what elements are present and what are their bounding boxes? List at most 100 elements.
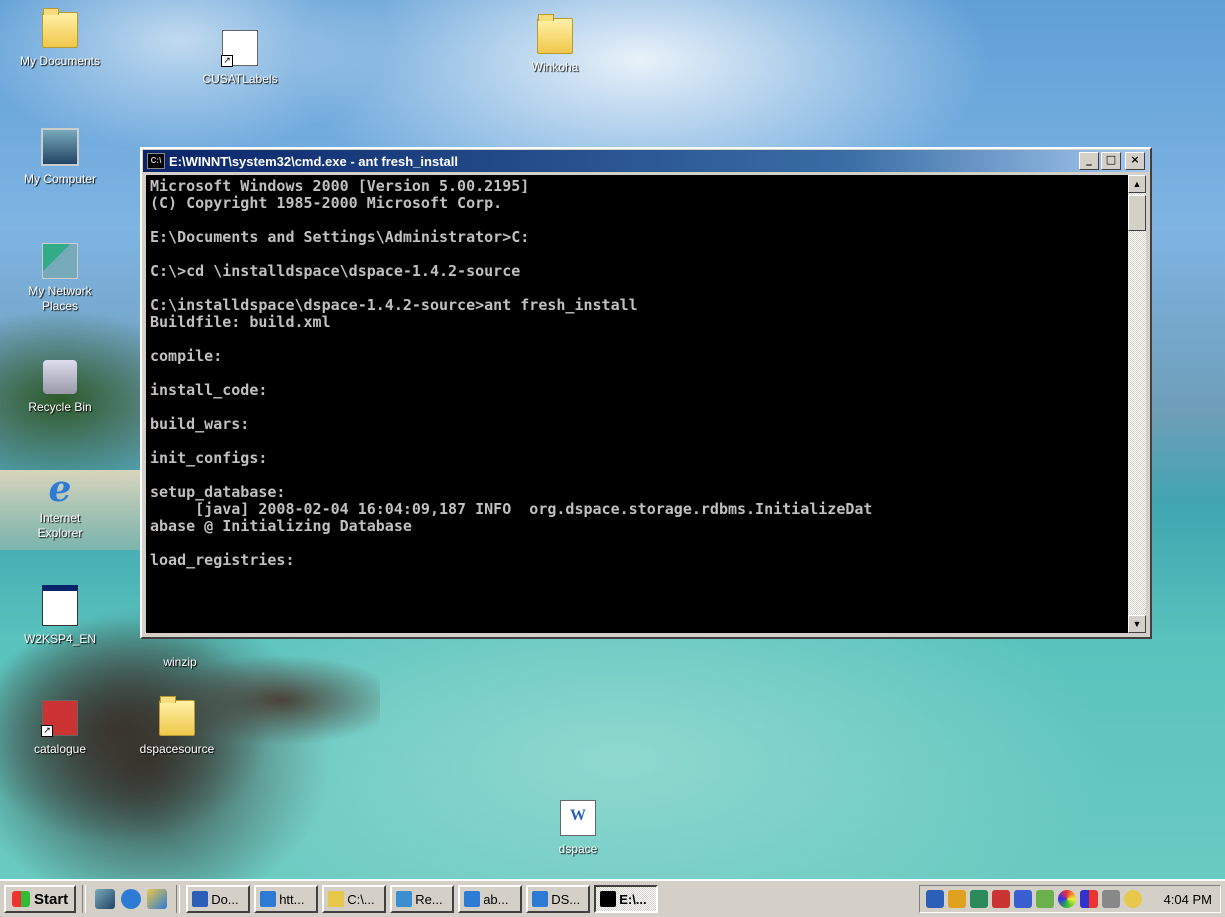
scroll-down-button[interactable]: ▼: [1128, 615, 1146, 633]
taskbar-separator: [82, 885, 87, 913]
computer-icon: [41, 128, 79, 166]
desktop-icon-label: Recycle Bin: [28, 400, 92, 414]
windows-logo-icon: [12, 891, 30, 907]
start-label: Start: [34, 890, 69, 908]
taskbar-window-button[interactable]: Re...: [390, 885, 455, 913]
desktop-icon-catalogue[interactable]: ↗ catalogue: [5, 700, 115, 758]
catalogue-shortcut-icon: ↗: [41, 700, 78, 737]
desktop-icon-label: catalogue: [33, 742, 87, 756]
application-window-icon: [42, 585, 78, 626]
desktop-icon-internet-explorer[interactable]: e Internet Explorer: [5, 468, 115, 542]
cmd-window[interactable]: C:\ E:\WINNT\system32\cmd.exe - ant fres…: [140, 147, 1152, 639]
word-document-icon: W: [560, 800, 596, 836]
network-icon: [42, 243, 78, 279]
console-line: Microsoft Windows 2000 [Version 5.00.219…: [150, 177, 530, 195]
tray-update-icon[interactable]: [1123, 890, 1142, 908]
window-app-icon: [260, 891, 277, 907]
tray-monitor-icon[interactable]: [969, 890, 988, 908]
outlook-express-icon[interactable]: [147, 889, 168, 909]
taskbar-window-button[interactable]: DS...: [526, 885, 591, 913]
console-line: install_code:: [150, 381, 268, 399]
console-line: setup_database:: [150, 483, 286, 501]
desktop-icon-recycle-bin[interactable]: Recycle Bin: [5, 360, 115, 416]
tray-speaker-icon[interactable]: [1101, 890, 1120, 908]
taskbar-window-button[interactable]: C:\...: [322, 885, 387, 913]
scroll-up-button[interactable]: ▲: [1128, 175, 1146, 193]
console-line: (C) Copyright 1985-2000 Microsoft Corp.: [150, 194, 503, 212]
window-app-icon: [328, 891, 345, 907]
tray-media-icon[interactable]: [947, 890, 966, 908]
taskbar-button-label: DS...: [551, 891, 581, 907]
tray-traffic-icon[interactable]: [991, 890, 1010, 908]
window-app-icon: [600, 891, 617, 907]
console-line: Buildfile: build.xml: [150, 313, 331, 331]
taskbar-separator: [176, 885, 181, 913]
console-line: E:\Documents and Settings\Administrator>…: [150, 228, 530, 246]
maximize-button[interactable]: □: [1101, 152, 1121, 170]
tray-network-icon[interactable]: [925, 890, 944, 908]
cmd-app-icon[interactable]: C:\: [147, 153, 165, 169]
desktop-icon-dspace[interactable]: W dspace: [523, 800, 633, 858]
console-line: abase @ Initializing Database: [150, 517, 412, 535]
desktop-icon-my-computer[interactable]: My Computer: [5, 128, 115, 188]
taskbar-buttons: Do... htt... C:\... Re... ab... DS... E:\...: [186, 885, 662, 913]
window-app-icon: [464, 891, 481, 907]
scroll-thumb[interactable]: [1128, 195, 1146, 231]
desktop-icon-label: My Computer: [23, 172, 97, 186]
tray-colorwheel-icon[interactable]: [1057, 890, 1076, 908]
desktop-icon-my-network-places[interactable]: My Network Places: [5, 243, 115, 315]
cmd-titlebar[interactable]: C:\ E:\WINNT\system32\cmd.exe - ant fres…: [143, 150, 1149, 172]
desktop-icon-label: dspace: [558, 842, 598, 856]
start-button[interactable]: Start: [4, 885, 77, 913]
taskbar-window-button[interactable]: ab...: [458, 885, 523, 913]
window-app-icon: [396, 891, 413, 907]
desktop-icon-label: winzip: [163, 655, 197, 669]
document-shortcut-icon: ↗: [221, 30, 258, 67]
recycle-bin-icon: [43, 360, 77, 394]
shortcut-arrow-icon: ↗: [41, 725, 53, 737]
desktop-icon-cusat-labels[interactable]: ↗ CUSATLabels: [185, 30, 295, 88]
desktop-icon-label: Winkoha: [531, 60, 579, 74]
window-app-icon: [192, 891, 209, 907]
desktop-icon-label: dspacesource: [139, 742, 215, 756]
internet-explorer-icon: e: [48, 468, 72, 510]
taskbar-button-label: Do...: [211, 891, 239, 907]
tray-grid-icon[interactable]: [1079, 890, 1098, 908]
folder-icon: [537, 14, 573, 54]
desktop-icon-winkoha[interactable]: Winkoha: [500, 14, 610, 76]
show-desktop-icon[interactable]: [95, 889, 116, 909]
taskbar-button-label: C:\...: [347, 891, 375, 907]
desktop-icon-my-documents[interactable]: My Documents: [5, 8, 115, 70]
taskbar-button-label: Re...: [415, 891, 443, 907]
console-line: build_wars:: [150, 415, 250, 433]
taskbar-window-button[interactable]: E:\...: [594, 885, 659, 913]
console-line: load_registries:: [150, 551, 295, 569]
folder-icon: [159, 696, 195, 736]
taskbar-clock[interactable]: 4:04 PM: [1164, 892, 1212, 907]
console-line: init_configs:: [150, 449, 268, 467]
my-documents-icon: [42, 8, 78, 48]
console-line: C:\installdspace\dspace-1.4.2-source>ant…: [150, 296, 638, 314]
minimize-button[interactable]: _: [1079, 152, 1099, 170]
console-output[interactable]: Microsoft Windows 2000 [Version 5.00.219…: [146, 175, 1126, 633]
tray-shield-icon[interactable]: [1013, 890, 1032, 908]
desktop-icon-label: CUSATLabels: [202, 72, 278, 86]
desktop-icon-w2ksp4[interactable]: W2KSP4_EN: [5, 585, 115, 648]
taskbar-window-button[interactable]: htt...: [254, 885, 319, 913]
desktop-icon-dspacesource[interactable]: dspacesource: [122, 696, 232, 758]
console-line: compile:: [150, 347, 223, 365]
taskbar-window-button[interactable]: Do...: [186, 885, 251, 913]
internet-explorer-icon[interactable]: [121, 889, 142, 909]
vertical-scrollbar[interactable]: ▲ ▼: [1128, 175, 1146, 633]
close-button[interactable]: ×: [1125, 152, 1145, 170]
system-tray: 4:04 PM: [918, 885, 1221, 913]
desktop-icon-label: Internet Explorer: [37, 511, 83, 540]
console-line: C:\>cd \installdspace\dspace-1.4.2-sourc…: [150, 262, 521, 280]
tray-agent-icon[interactable]: [1035, 890, 1054, 908]
desktop-icon-label: My Documents: [19, 54, 101, 68]
